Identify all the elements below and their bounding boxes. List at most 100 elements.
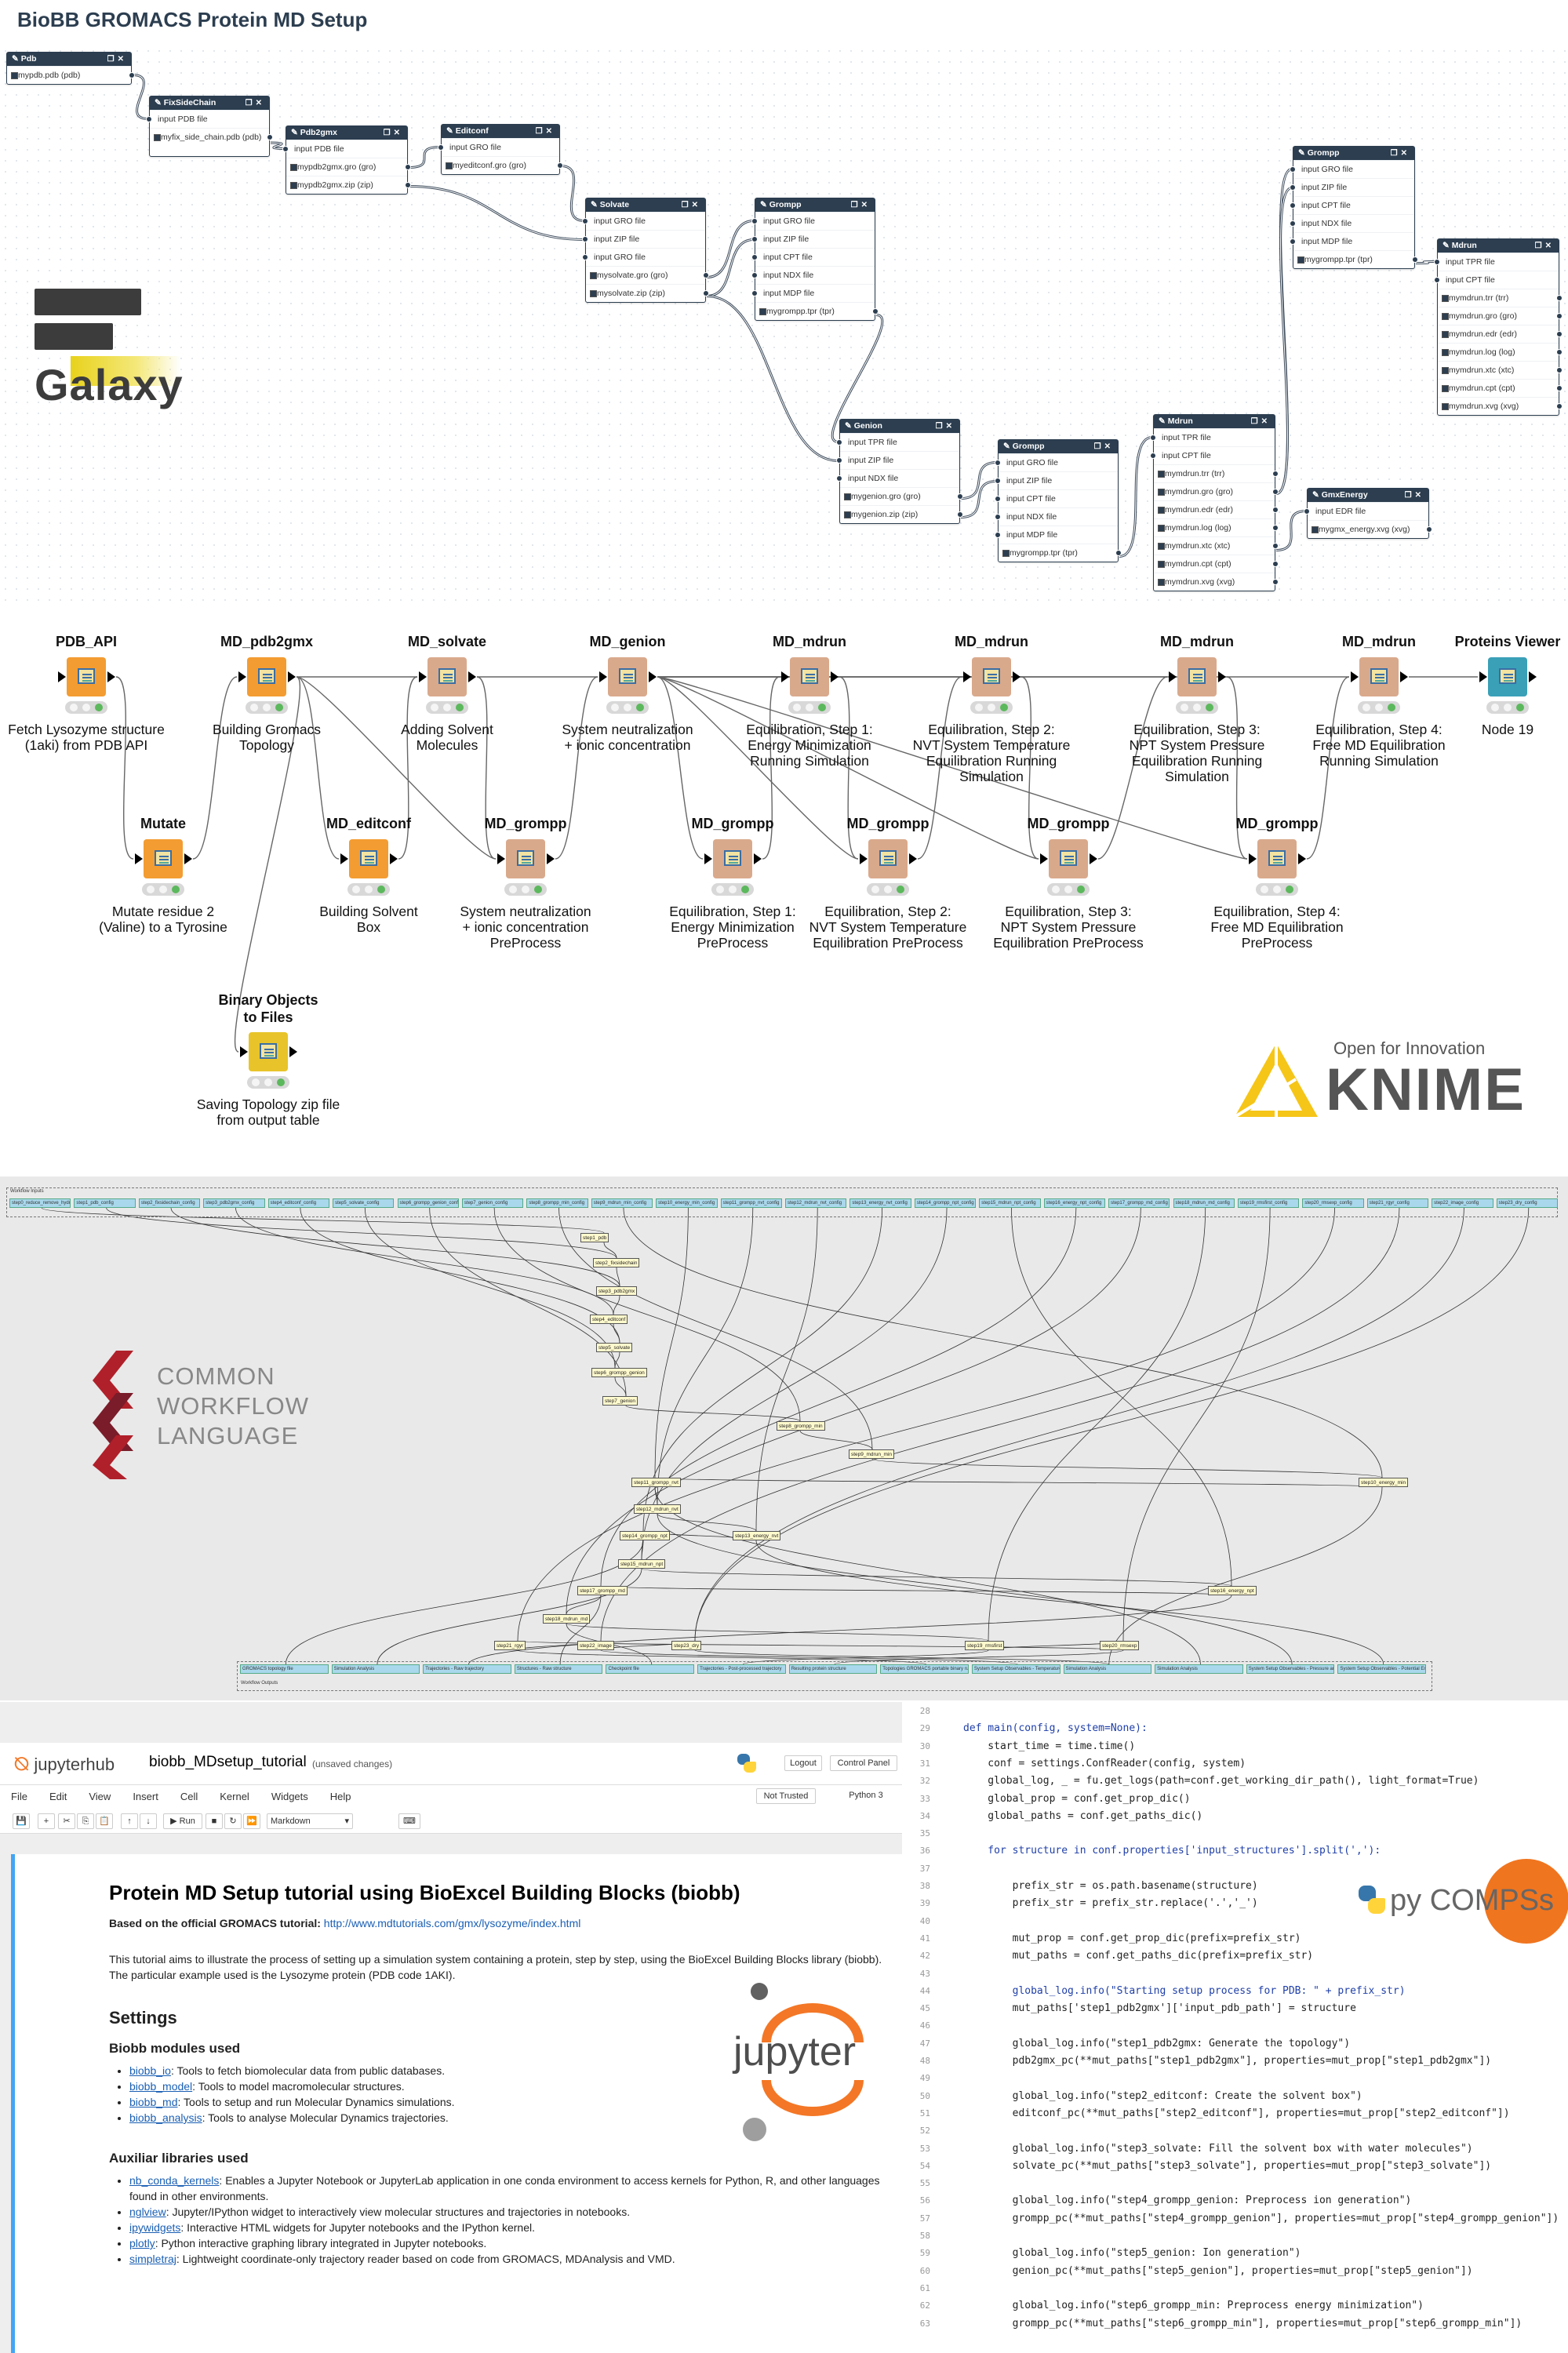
cwl-input-node[interactable]: step3_pdb2gmx_config bbox=[203, 1198, 265, 1208]
cwl-input-node[interactable]: step13_energy_nvt_config bbox=[849, 1198, 911, 1208]
cwl-output-node[interactable]: Topologies GROMACS portable binary run bbox=[880, 1664, 969, 1674]
cwl-step-node[interactable]: step23_dry bbox=[671, 1641, 702, 1650]
cwl-step-node[interactable]: step13_energy_nvt bbox=[733, 1531, 781, 1540]
list-item: ipywidgets: Interactive HTML widgets for… bbox=[129, 2220, 882, 2235]
cwl-input-node[interactable]: step5_solvate_config bbox=[333, 1198, 395, 1208]
library-link[interactable]: biobb_io bbox=[129, 2064, 171, 2077]
cwl-step-node[interactable]: step12_mdrun_nvt bbox=[634, 1504, 681, 1514]
cwl-step-node[interactable]: step15_mdrun_npt bbox=[618, 1559, 666, 1569]
cwl-input-node[interactable]: step20_rmsexp_config bbox=[1302, 1198, 1364, 1208]
library-link[interactable]: biobb_analysis bbox=[129, 2111, 202, 2124]
cwl-step-node[interactable]: step19_rmsfirst bbox=[965, 1641, 1005, 1650]
menu-help[interactable]: Help bbox=[330, 1791, 351, 1802]
fast-forward-icon[interactable]: ⏩ bbox=[243, 1813, 260, 1829]
cwl-input-node[interactable]: step16_energy_npt_config bbox=[1043, 1198, 1106, 1208]
cwl-input-node[interactable]: step14_grompp_npt_config bbox=[914, 1198, 977, 1208]
library-link[interactable]: nglview bbox=[129, 2206, 166, 2218]
cwl-step-node[interactable]: step18_mdrun_md bbox=[543, 1614, 591, 1624]
cwl-step-node[interactable]: step4_editconf bbox=[590, 1315, 628, 1324]
cwl-output-node[interactable]: Simulation Analysis bbox=[1063, 1664, 1152, 1674]
cwl-output-node[interactable]: Resulting protein structure bbox=[788, 1664, 878, 1674]
cwl-input-node[interactable]: step2_fixsidechain_config bbox=[138, 1198, 201, 1208]
cwl-step-node[interactable]: step21_rgyr bbox=[494, 1641, 526, 1650]
cwl-output-node[interactable]: Structures - Raw structure bbox=[514, 1664, 603, 1674]
cwl-step-node[interactable]: step6_grompp_genion bbox=[591, 1368, 647, 1377]
copy-icon[interactable]: ⎘ bbox=[77, 1813, 94, 1829]
library-link[interactable]: nb_conda_kernels bbox=[129, 2174, 219, 2187]
cwl-input-node[interactable]: step18_mdrun_md_config bbox=[1173, 1198, 1235, 1208]
markdown-cell[interactable]: Protein MD Setup tutorial using BioExcel… bbox=[11, 1854, 902, 2353]
library-link[interactable]: biobb_md bbox=[129, 2096, 178, 2108]
cwl-output-node[interactable]: System Setup Observables - Pressure and … bbox=[1246, 1664, 1335, 1674]
cwl-input-node[interactable]: step6_grompp_genion_config bbox=[397, 1198, 459, 1208]
cwl-step-node[interactable]: step11_grompp_nvt bbox=[631, 1478, 681, 1487]
cwl-step-node[interactable]: step3_pdb2gmx bbox=[596, 1286, 638, 1296]
menu-kernel[interactable]: Kernel bbox=[220, 1791, 249, 1802]
cwl-step-node[interactable]: step5_solvate bbox=[596, 1343, 633, 1352]
cwl-input-node[interactable]: step15_mdrun_npt_config bbox=[979, 1198, 1041, 1208]
add-cell-icon[interactable]: + bbox=[38, 1813, 55, 1829]
cwl-step-node[interactable]: step9_mdrun_min bbox=[849, 1449, 895, 1459]
menu-insert[interactable]: Insert bbox=[133, 1791, 158, 1802]
menu-widgets[interactable]: Widgets bbox=[271, 1791, 308, 1802]
cwl-input-node[interactable]: step9_mdrun_min_config bbox=[591, 1198, 653, 1208]
restart-icon[interactable]: ↻ bbox=[224, 1813, 242, 1829]
menu-cell[interactable]: Cell bbox=[180, 1791, 198, 1802]
trust-indicator[interactable]: Not Trusted bbox=[756, 1788, 816, 1804]
cwl-step-node[interactable]: step22_image bbox=[577, 1641, 614, 1650]
cwl-step-node[interactable]: step20_rmsexp bbox=[1100, 1641, 1140, 1650]
cwl-edge bbox=[566, 1207, 1141, 1615]
cwl-input-node[interactable]: step12_mdrun_nvt_config bbox=[785, 1198, 847, 1208]
cwl-step-node[interactable]: step16_energy_npt bbox=[1208, 1586, 1257, 1595]
cwl-output-node[interactable]: GROMACS topology file bbox=[240, 1664, 329, 1674]
notebook-name[interactable]: biobb_MDsetup_tutorial bbox=[149, 1754, 307, 1771]
cwl-input-node[interactable]: step4_editconf_config bbox=[267, 1198, 330, 1208]
cut-icon[interactable]: ✂ bbox=[58, 1813, 75, 1829]
save-icon[interactable]: 💾 bbox=[13, 1813, 30, 1829]
menu-edit[interactable]: Edit bbox=[49, 1791, 67, 1802]
library-link[interactable]: biobb_model bbox=[129, 2080, 192, 2093]
cwl-output-node[interactable]: System Setup Observables - Temperature bbox=[971, 1664, 1060, 1674]
move-down-icon[interactable]: ↓ bbox=[140, 1813, 157, 1829]
cwl-input-node[interactable]: step0_reduce_remove_hydrogens_config bbox=[9, 1198, 71, 1208]
cwl-input-node[interactable]: step22_image_config bbox=[1432, 1198, 1493, 1208]
cwl-workflow-graph[interactable]: Workflow Inputs Workflow Outputs step0_r… bbox=[0, 1176, 1568, 1700]
cwl-step-node[interactable]: step2_fixsidechain bbox=[593, 1258, 640, 1267]
cwl-step-node[interactable]: step8_grompp_min bbox=[777, 1421, 825, 1431]
cwl-output-node[interactable]: Trajectories - Raw trajectory bbox=[423, 1664, 511, 1674]
cwl-step-node[interactable]: step7_genion bbox=[602, 1396, 638, 1406]
cwl-step-node[interactable]: step10_energy_min bbox=[1359, 1478, 1409, 1487]
menu-view[interactable]: View bbox=[89, 1791, 111, 1802]
cell-type-select[interactable]: Markdown ▾ bbox=[267, 1813, 353, 1829]
cwl-input-node[interactable]: step8_grompp_min_config bbox=[526, 1198, 588, 1208]
cwl-output-node[interactable]: Checkpoint file bbox=[606, 1664, 695, 1674]
move-up-icon[interactable]: ↑ bbox=[121, 1813, 138, 1829]
cwl-step-node[interactable]: step14_grompp_npt bbox=[620, 1531, 670, 1540]
jupyterhub-brand[interactable]: ⦰ jupyterhub bbox=[14, 1754, 115, 1776]
cwl-step-node[interactable]: step17_grompp_md bbox=[577, 1586, 628, 1595]
keyboard-icon[interactable]: ⌨ bbox=[398, 1813, 420, 1829]
cwl-output-node[interactable]: System Setup Observables - Potential Ene… bbox=[1337, 1664, 1426, 1674]
control-panel-button[interactable]: Control Panel bbox=[830, 1755, 897, 1771]
library-link[interactable]: ipywidgets bbox=[129, 2221, 180, 2234]
cwl-input-node[interactable]: step21_rgyr_config bbox=[1366, 1198, 1429, 1208]
cwl-input-node[interactable]: step7_genion_config bbox=[461, 1198, 524, 1208]
library-link[interactable]: simpletraj bbox=[129, 2253, 176, 2265]
cwl-output-node[interactable]: Simulation Analysis bbox=[1155, 1664, 1243, 1674]
cwl-input-node[interactable]: step23_dry_config bbox=[1496, 1198, 1558, 1208]
cwl-output-node[interactable]: Simulation Analysis bbox=[331, 1664, 420, 1674]
interrupt-icon[interactable]: ■ bbox=[206, 1813, 223, 1829]
library-link[interactable]: plotly bbox=[129, 2237, 155, 2249]
paste-icon[interactable]: 📋 bbox=[96, 1813, 113, 1829]
cwl-input-node[interactable]: step1_pdb_config bbox=[74, 1198, 136, 1208]
cwl-input-node[interactable]: step19_rmsfirst_config bbox=[1237, 1198, 1300, 1208]
menu-file[interactable]: File bbox=[11, 1791, 27, 1802]
cwl-input-node[interactable]: step10_energy_min_config bbox=[656, 1198, 718, 1208]
gromacs-tutorial-link[interactable]: http://www.mdtutorials.com/gmx/lysozyme/… bbox=[324, 1917, 581, 1929]
cwl-output-node[interactable]: Trajectories - Post-processed trajectory bbox=[697, 1664, 786, 1674]
run-button[interactable]: ▶︎ Run bbox=[163, 1813, 202, 1829]
cwl-input-node[interactable]: step17_grompp_md_config bbox=[1108, 1198, 1170, 1208]
logout-button[interactable]: Logout bbox=[784, 1755, 822, 1771]
cwl-input-node[interactable]: step11_grompp_nvt_config bbox=[720, 1198, 782, 1208]
cwl-step-node[interactable]: step1_pdb bbox=[580, 1233, 609, 1242]
